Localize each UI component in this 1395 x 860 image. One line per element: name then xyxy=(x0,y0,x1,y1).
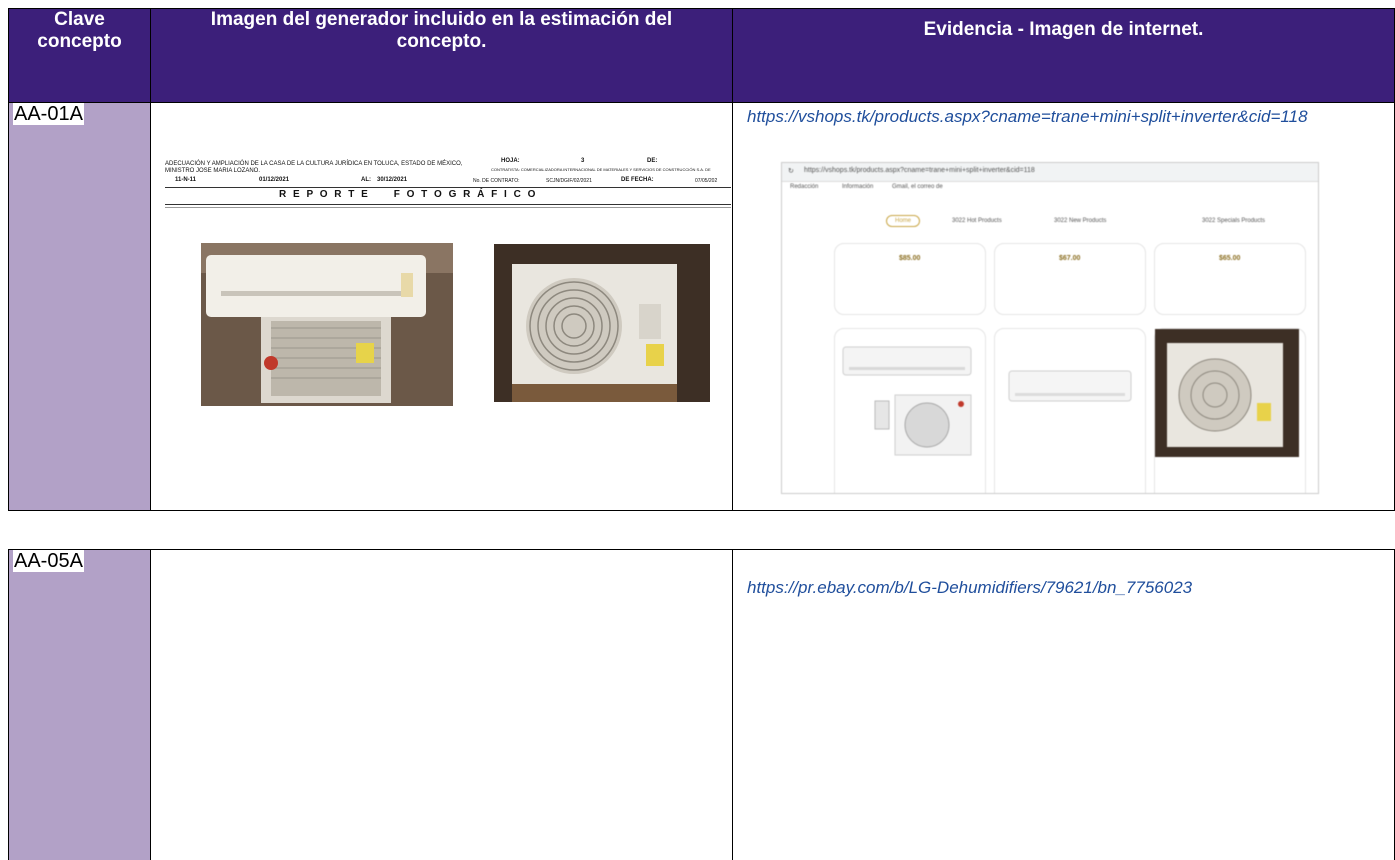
clave-value: AA-01A xyxy=(13,103,84,125)
report-al-label: AL: xyxy=(361,177,371,183)
clave-cell: AA-05A xyxy=(8,549,151,860)
product-card xyxy=(994,328,1146,493)
report-hoja-label: HOJA: xyxy=(501,158,520,164)
evidence-table-1: Clave concepto Imagen del generador incl… xyxy=(8,8,1395,511)
generator-image-cell xyxy=(150,549,733,860)
report-divider xyxy=(165,207,731,208)
reload-icon: ↻ xyxy=(788,168,794,175)
browser-url-bar: ↻ https://vshops.tk/products.aspx?cname=… xyxy=(782,163,1318,182)
nav-item: 3022 Hot Products xyxy=(952,218,1002,224)
report-fecha-value: 07/05/202 xyxy=(695,178,718,184)
product-card xyxy=(1154,243,1306,315)
clave-value: AA-05A xyxy=(13,550,84,572)
internet-evidence-cell: https://vshops.tk/products.aspx?cname=tr… xyxy=(732,102,1395,511)
bookmark-item: Información xyxy=(842,184,874,190)
table-row: AA-05A https://pr.ebay.com/b/LG-Dehumidi… xyxy=(8,549,1395,860)
bookmarks-bar: Redacción Información Gmail, el correo d… xyxy=(782,182,1318,196)
nav-home: Home xyxy=(886,215,921,227)
site-nav: Home 3022 Hot Products 3022 New Products… xyxy=(782,201,1318,235)
product-card xyxy=(994,243,1146,315)
report-contrato-value: SCJN/DGIF/02/2021 xyxy=(546,178,592,184)
browser-screenshot: ↻ https://vshops.tk/products.aspx?cname=… xyxy=(781,162,1319,494)
report-divider xyxy=(165,204,731,205)
report-de-label: DE: xyxy=(647,158,658,164)
internet-evidence-cell: https://pr.ebay.com/b/LG-Dehumidifiers/7… xyxy=(732,549,1395,860)
report-divider xyxy=(165,187,731,188)
bookmark-item: Redacción xyxy=(790,184,819,190)
product-card xyxy=(1154,328,1306,493)
bookmark-item: Gmail, el correo de xyxy=(892,184,943,190)
header-evidencia: Evidencia - Imagen de internet. xyxy=(732,8,1395,103)
report-date-to: 30/12/2021 xyxy=(377,177,408,183)
report-project-text: ADECUACIÓN Y AMPLIACIÓN DE LA CASA DE LA… xyxy=(165,161,463,174)
photo-outdoor-unit xyxy=(494,244,710,402)
report-contratista: CONTRATISTA: COMERCIALIZADORA INTERNACIO… xyxy=(491,167,711,172)
report-hoja-value: 3 xyxy=(581,158,585,164)
photo-report-document: ADECUACIÓN Y AMPLIACIÓN DE LA CASA DE LA… xyxy=(151,103,732,508)
table-row: AA-01A ADECUACIÓN Y AMPLIACIÓN DE LA CAS… xyxy=(8,102,1395,511)
product-card xyxy=(834,328,986,493)
nav-item: 3022 New Products xyxy=(1054,218,1107,224)
product-card xyxy=(834,243,986,315)
header-clave-concepto: Clave concepto xyxy=(8,8,151,103)
product-price: $67.00 xyxy=(1059,255,1081,262)
nav-item: 3022 Specials Products xyxy=(1202,218,1266,224)
report-contrato-label: No. DE CONTRATO: xyxy=(473,178,520,184)
product-price: $85.00 xyxy=(899,255,921,262)
evidence-link[interactable]: https://vshops.tk/products.aspx?cname=tr… xyxy=(733,103,1394,127)
evidence-table-2: AA-05A https://pr.ebay.com/b/LG-Dehumidi… xyxy=(8,549,1395,860)
report-title: R E P O R T E F O T O G R Á F I C O xyxy=(279,189,538,200)
report-code: 11-N-11 xyxy=(175,177,197,183)
report-date-from: 01/12/2021 xyxy=(259,177,290,183)
url-text: https://vshops.tk/products.aspx?cname=tr… xyxy=(804,167,1035,174)
table-header-row: Clave concepto Imagen del generador incl… xyxy=(8,8,1395,103)
product-price: $65.00 xyxy=(1219,255,1241,262)
evidence-link[interactable]: https://pr.ebay.com/b/LG-Dehumidifiers/7… xyxy=(733,550,1394,598)
generator-image-cell: ADECUACIÓN Y AMPLIACIÓN DE LA CASA DE LA… xyxy=(150,102,733,511)
clave-cell: AA-01A xyxy=(8,102,151,511)
report-fecha-label: DE FECHA: xyxy=(621,177,654,183)
photo-indoor-unit xyxy=(201,243,453,406)
header-imagen-generador: Imagen del generador incluido en la esti… xyxy=(150,8,733,103)
